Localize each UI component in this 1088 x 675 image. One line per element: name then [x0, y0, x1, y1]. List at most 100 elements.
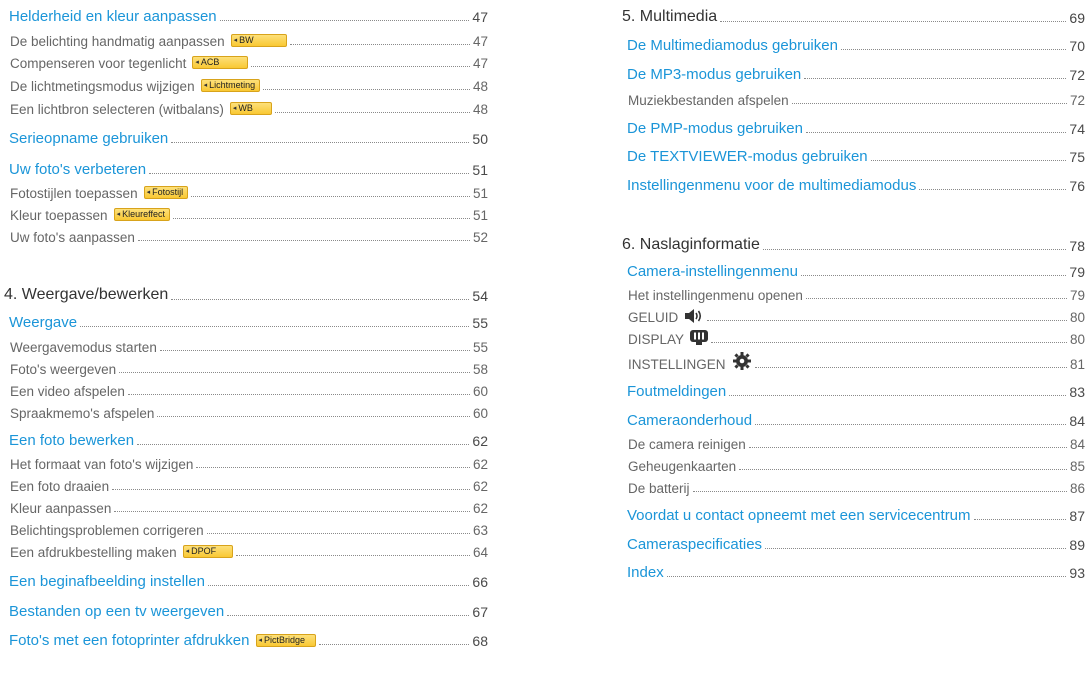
toc-entry-batterij[interactable]: De batterij 86	[627, 481, 1085, 496]
dot-leader	[804, 63, 1067, 79]
toc-page: 84	[1069, 437, 1085, 452]
toc-label: De Multimediamodus gebruiken	[627, 37, 838, 54]
arrow-left-icon: ◂	[258, 637, 263, 644]
dot-leader	[870, 145, 1067, 161]
dot-leader	[800, 260, 1067, 276]
toc-entry-index[interactable]: Index 93	[627, 564, 1085, 581]
dot-leader	[919, 174, 1067, 190]
speaker-icon	[685, 309, 702, 323]
toc-entry-weergave[interactable]: Weergave 55	[9, 314, 488, 331]
toc-entry-multimediamodus[interactable]: De Multimediamodus gebruiken 70	[627, 37, 1085, 54]
toc-label: Cameraspecificaties	[627, 536, 763, 553]
toc-entry-aanpassen[interactable]: Uw foto's aanpassen 52	[9, 230, 488, 245]
arrow-left-icon: ◂	[233, 37, 238, 44]
toc-label: Helderheid en kleur aanpassen	[9, 8, 217, 25]
badge-label: ACB	[200, 57, 220, 67]
dot-leader	[112, 476, 470, 490]
toc-page: 51	[472, 186, 488, 201]
toc-label: Muziekbestanden afspelen	[628, 93, 789, 108]
dot-leader	[114, 498, 470, 512]
toc-chapter-5[interactable]: 5. Multimedia 69	[622, 8, 1085, 26]
toc-entry-video[interactable]: Een video afspelen 60	[9, 384, 488, 399]
toc-entry-formaat[interactable]: Het formaat van foto's wijzigen 62	[9, 457, 488, 472]
toc-entry-pmp[interactable]: De PMP-modus gebruiken 74	[627, 120, 1085, 137]
toc-entry-foutmeldingen[interactable]: Foutmeldingen 83	[627, 383, 1085, 400]
toc-page: 55	[472, 340, 488, 355]
dot-leader	[171, 283, 470, 300]
toc-entry-belichtingsproblemen[interactable]: Belichtingsproblemen corrigeren 63	[9, 523, 488, 538]
toc-entry-spraak[interactable]: Spraakmemo's afspelen 60	[9, 406, 488, 421]
toc-entry-fotostijlen[interactable]: Fotostijlen toepassen ◂ Fotostijl 51	[9, 186, 488, 201]
toc-entry-textviewer[interactable]: De TEXTVIEWER-modus gebruiken 75	[627, 148, 1085, 165]
toc-page: 60	[472, 406, 488, 421]
toc-entry-onderhoud[interactable]: Cameraonderhoud 84	[627, 412, 1085, 429]
toc-entry-mp3[interactable]: De MP3-modus gebruiken 72	[627, 66, 1085, 83]
badge-label: DPOF	[191, 546, 217, 556]
toc-entry-serie[interactable]: Serieopname gebruiken 50	[9, 130, 488, 147]
toc-entry-draaien[interactable]: Een foto draaien 62	[9, 479, 488, 494]
toc-entry-tegenlicht[interactable]: Compenseren voor tegenlicht ◂ ACB 47	[9, 56, 488, 71]
mode-badge: ◂ Fotostijl	[143, 186, 189, 199]
dot-leader	[973, 504, 1067, 520]
toc-label: De MP3-modus gebruiken	[627, 66, 802, 83]
toc-page: 76	[1069, 178, 1085, 194]
toc-page: 62	[472, 457, 488, 472]
badge-label: WB	[238, 103, 253, 113]
toc-page: 51	[472, 162, 488, 178]
toc-entry-reinigen[interactable]: De camera reinigen 84	[627, 437, 1085, 452]
toc-entry-servicecentrum[interactable]: Voordat u contact opneemt met een servic…	[627, 507, 1085, 524]
toc-entry-specificaties[interactable]: Cameraspecificaties 89	[627, 536, 1085, 553]
toc-entry-verbeteren[interactable]: Uw foto's verbeteren 51	[9, 161, 488, 178]
toc-page: 47	[472, 9, 488, 25]
toc-entry-bewerken[interactable]: Een foto bewerken 62	[9, 432, 488, 449]
toc-entry-belichting[interactable]: De belichting handmatig aanpassen ◂ BW 47	[9, 34, 488, 49]
toc-label: Voordat u contact opneemt met een servic…	[627, 507, 971, 524]
toc-label: Een afdrukbestelling maken	[10, 545, 177, 560]
toc-label: De TEXTVIEWER-modus gebruiken	[627, 148, 868, 165]
dot-leader	[263, 76, 470, 90]
toc-entry-kleur-aanpassen[interactable]: Kleur aanpassen 62	[9, 501, 488, 516]
toc-entry-display[interactable]: DISPLAY 80	[627, 330, 1085, 347]
toc-label: Instellingenmenu voor de multimediamodus	[627, 177, 917, 194]
toc-label: Cameraonderhoud	[627, 412, 753, 429]
dot-leader	[208, 570, 470, 586]
arrow-left-icon: ◂	[146, 189, 151, 196]
mode-badge: ◂ Kleureffect	[113, 208, 170, 221]
toc-label: Camera-instellingenmenu	[627, 263, 798, 280]
toc-entry-fotos-weergeven[interactable]: Foto's weergeven 58	[9, 362, 488, 377]
arrow-left-icon: ◂	[232, 105, 237, 112]
dot-leader	[840, 34, 1067, 50]
toc-entry-afdruk[interactable]: Een afdrukbestelling maken ◂ DPOF 64	[9, 545, 488, 560]
dot-leader	[805, 285, 1067, 299]
toc-entry-muziek[interactable]: Muziekbestanden afspelen 72	[627, 93, 1085, 108]
toc-page: 47	[472, 56, 488, 71]
toc-entry-helderheid[interactable]: Helderheid en kleur aanpassen 47	[9, 8, 488, 25]
toc-page: 62	[472, 479, 488, 494]
toc-entry-geheugenkaarten[interactable]: Geheugenkaarten 85	[627, 459, 1085, 474]
dot-leader	[119, 359, 470, 373]
toc-page: 78	[1069, 238, 1085, 254]
dot-leader	[137, 429, 470, 445]
toc-page: 62	[472, 501, 488, 516]
toc-entry-fotoprinter[interactable]: Foto's met een fotoprinter afdrukken ◂ Pic…	[9, 632, 488, 649]
dot-leader	[80, 311, 470, 327]
toc-label: Kleur aanpassen	[10, 501, 112, 516]
toc-entry-weergavemodus[interactable]: Weergavemodus starten 55	[9, 340, 488, 355]
toc-entry-lichtmeting[interactable]: De lichtmetingsmodus wijzigen ◂ Lichtmetin…	[9, 79, 488, 94]
toc-entry-instellingenmenu-multimedia[interactable]: Instellingenmenu voor de multimediamodus…	[627, 177, 1085, 194]
toc-entry-camera-menu[interactable]: Camera-instellingenmenu 79	[627, 263, 1085, 280]
toc-entry-geluid[interactable]: GELUID 80	[627, 309, 1085, 325]
toc-entry-beginafbeelding[interactable]: Een beginafbeelding instellen 66	[9, 573, 488, 590]
gear-icon	[732, 352, 751, 370]
toc-chapter-6[interactable]: 6. Naslaginformatie 78	[622, 236, 1085, 254]
toc-page: 47	[472, 34, 488, 49]
toc-entry-menu-openen[interactable]: Het instellingenmenu openen 79	[627, 288, 1085, 303]
toc-label: Uw foto's aanpassen	[10, 230, 135, 245]
toc-entry-instellingen[interactable]: INSTELLINGEN 81	[627, 352, 1085, 372]
toc-chapter-4[interactable]: 4. Weergave/bewerken 54	[4, 286, 488, 304]
toc-entry-witbalans[interactable]: Een lichtbron selecteren (witbalans) ◂ WB …	[9, 102, 488, 117]
toc-page: 51	[472, 208, 488, 223]
dot-leader	[191, 183, 470, 197]
toc-entry-tv[interactable]: Bestanden op een tv weergeven 67	[9, 603, 488, 620]
toc-entry-kleur[interactable]: Kleur toepassen ◂ Kleureffect 51	[9, 208, 488, 223]
